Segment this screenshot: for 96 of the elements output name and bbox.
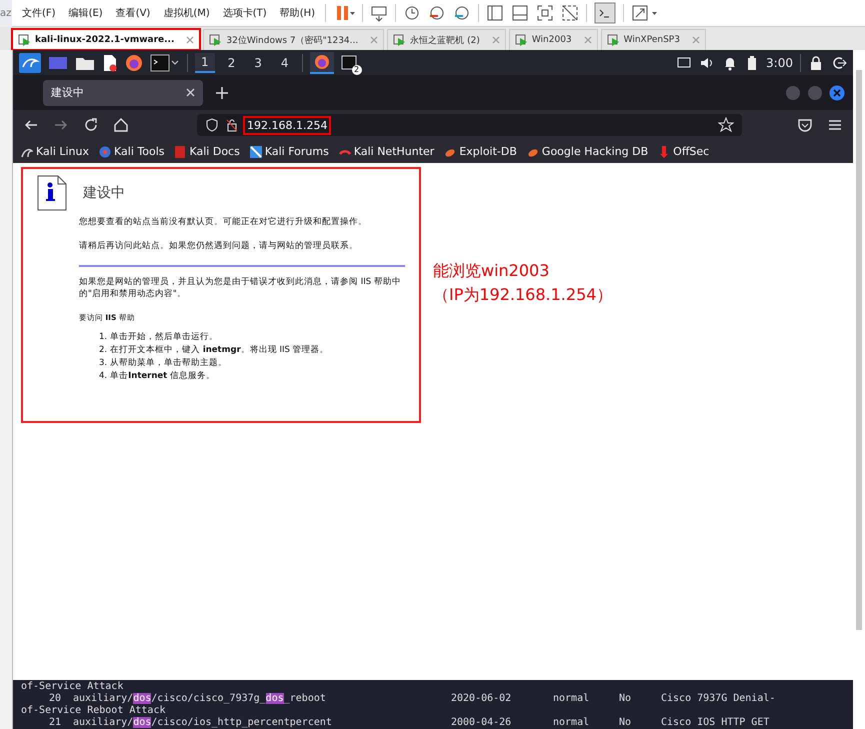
step-item: 从帮助菜单，单击帮助主题。	[110, 357, 228, 370]
vm-tab[interactable]: 永恒之蓝靶机 (2)	[387, 29, 506, 50]
pocket-icon[interactable]	[797, 117, 813, 133]
vm-tab[interactable]: 32位Windows 7（密码"1234...	[203, 29, 384, 50]
terminal-cell: Cisco IOS HTTP GET	[661, 717, 770, 729]
bookmark-link[interactable]: Kali Tools	[99, 145, 164, 158]
vm-icon	[18, 34, 31, 46]
bookmark-link[interactable]: Kali NetHunter	[338, 145, 434, 158]
terminal-line: of-Service Reboot Attack	[21, 705, 166, 717]
address-bar[interactable]: 192.168.1.254	[197, 114, 742, 136]
star-icon[interactable]	[718, 117, 734, 133]
clock-text: 3:00	[766, 56, 793, 70]
reload-icon[interactable]	[83, 117, 99, 133]
bookmark-link[interactable]: Exploit-DB	[444, 145, 517, 158]
bookmark-link[interactable]: Kali Linux	[21, 145, 90, 158]
menu-item[interactable]: 编辑(E)	[66, 6, 106, 20]
dragon-logo-icon[interactable]	[19, 52, 41, 72]
logout-icon[interactable]	[831, 54, 847, 70]
shield-icon[interactable]	[205, 118, 219, 132]
clock-icon[interactable]	[428, 4, 446, 22]
step-item: 单击Internet 信息服务。	[110, 370, 215, 382]
workspace-tab[interactable]: 4	[274, 54, 295, 72]
panel-icon[interactable]	[511, 4, 530, 22]
browser-tab[interactable]: 建设中	[43, 80, 203, 106]
vm-icon	[514, 34, 528, 46]
scrollbar[interactable]	[856, 70, 862, 630]
plus-icon[interactable]	[215, 86, 229, 100]
terminal-icon[interactable]	[150, 54, 180, 72]
terminal-cell-text: 21	[48, 717, 61, 729]
terminal-cell-text: 20	[48, 693, 61, 705]
step-number: 2.	[99, 344, 108, 356]
page-paragraph: 请稍后再访问此站点。如果您仍然遇到问题，请与网站的管理员联系。	[79, 240, 359, 253]
sidebar-icon[interactable]	[486, 4, 504, 22]
offsec-icon	[658, 146, 670, 158]
terminal-icon[interactable]	[340, 54, 357, 70]
terminal-line: of-Service Attack	[21, 681, 124, 693]
no-display-icon[interactable]	[561, 4, 580, 22]
vm-icon	[606, 34, 620, 46]
menu-item[interactable]: 文件(F)	[19, 6, 59, 20]
vm-tab[interactable]: Win2003	[508, 29, 598, 50]
clock-icon[interactable]	[453, 4, 472, 22]
terminal-cell-text: 2000-04-26	[451, 717, 512, 729]
terminal-cell-text: 2020-06-02	[451, 693, 512, 705]
step-number: 3.	[99, 357, 108, 370]
display-icon[interactable]	[676, 54, 692, 70]
document-icon[interactable]	[102, 54, 118, 72]
menu-item[interactable]: 帮助(H)	[276, 6, 318, 20]
vm-icon	[393, 34, 406, 46]
page-title: 建设中	[83, 184, 125, 202]
annotation-text: （IP为192.168.1.254）	[433, 284, 612, 306]
lock-icon[interactable]	[225, 118, 239, 132]
menu-item[interactable]: 选项卡(T)	[220, 6, 270, 20]
browser-icon[interactable]	[125, 54, 143, 72]
terminal-cell: Cisco 7937G Denial-	[661, 693, 776, 705]
close-icon[interactable]	[186, 88, 195, 97]
tools-icon	[99, 146, 112, 158]
docs-icon	[174, 146, 186, 158]
edge-text: az	[0, 0, 12, 26]
close-icon[interactable]	[186, 36, 194, 44]
vm-icon	[209, 34, 222, 46]
workspace-tab[interactable]: 1	[195, 52, 215, 72]
page-paragraph: 如果您是网站的管理员，并且认为您是由于错误才收到此消息，请参阅 IIS 帮助中的"启用和禁用动态内容"。	[79, 276, 402, 301]
bookmark-link[interactable]: Kali Forums	[250, 145, 329, 158]
annotation-text: 能浏览win2003	[433, 260, 550, 282]
info-document-icon	[37, 175, 67, 211]
menu-item[interactable]: 虚拟机(M)	[160, 6, 213, 20]
terminal-cell-text: No	[619, 717, 632, 729]
vm-tab[interactable]: WinXPenSP3	[600, 29, 706, 50]
workspace-tab[interactable]: 2	[222, 54, 242, 72]
step-item: 单击开始，然后单击运行。	[110, 331, 218, 344]
clock-icon[interactable]	[403, 4, 422, 22]
close-icon[interactable]	[829, 84, 845, 100]
bookmark-link[interactable]: OffSec	[658, 145, 710, 158]
browser-icon[interactable]	[314, 54, 330, 70]
desktop-icon[interactable]	[48, 54, 68, 70]
workspace-tab[interactable]: 3	[248, 54, 268, 72]
module-path: auxiliary/dos/cisco/ios_http_percentpercent	[73, 717, 333, 729]
send-keys-icon[interactable]	[370, 4, 388, 22]
bookmark-link[interactable]: Kali Docs	[174, 145, 240, 158]
lock-icon[interactable]	[808, 54, 824, 70]
terminal-cell-text: normal	[553, 693, 590, 705]
page-paragraph: 您想要查看的站点当前没有默认页。可能正在对它进行升级和配置操作。	[79, 217, 368, 229]
menu-item[interactable]: 查看(V)	[112, 6, 154, 20]
fullscreen-icon[interactable]	[536, 4, 554, 22]
forums-icon	[250, 146, 262, 158]
terminal-cell-text: No	[619, 693, 632, 705]
url-text: 192.168.1.254	[245, 118, 330, 132]
step-item: 在打开文本框中，键入 inetmgr。将出现 IIS 管理器。	[110, 344, 329, 356]
terminal-cell-text: normal	[553, 717, 590, 729]
stretch-icon[interactable]	[631, 4, 660, 22]
step-number: 1.	[99, 331, 108, 344]
vm-tab[interactable]: kali-linux-2022.1-vmware...	[12, 29, 200, 50]
console-icon[interactable]	[594, 2, 616, 24]
bookmark-link[interactable]: Google Hacking DB	[526, 145, 648, 158]
home-icon[interactable]	[113, 117, 129, 133]
step-number: 4.	[99, 370, 108, 382]
